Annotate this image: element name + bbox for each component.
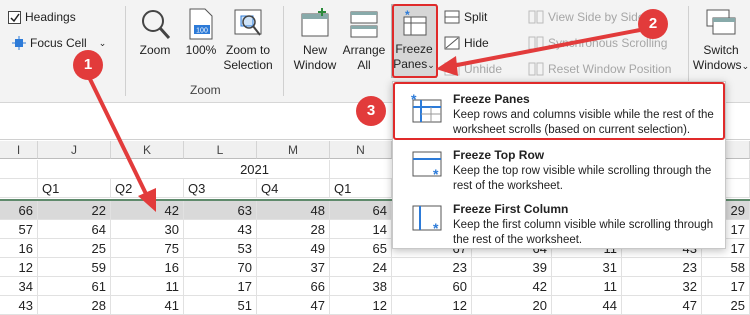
arrows-overlay [86,28,641,212]
step-badge: 2 [638,9,668,39]
step-badge: 3 [356,96,386,126]
step-badge: 1 [73,50,103,80]
